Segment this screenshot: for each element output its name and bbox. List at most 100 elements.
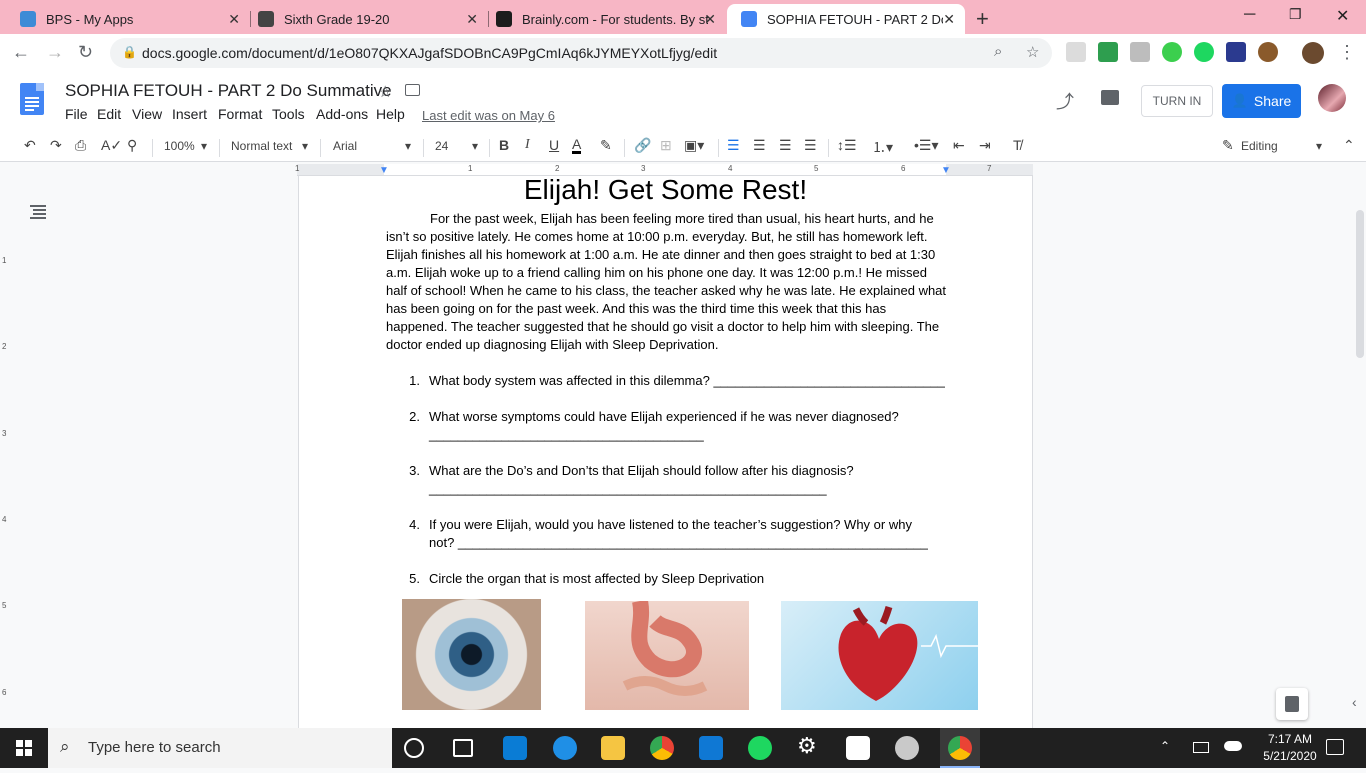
- spotify-icon[interactable]: [748, 736, 772, 760]
- menu-insert[interactable]: Insert: [172, 106, 207, 122]
- minimize-icon[interactable]: ─: [1244, 6, 1255, 24]
- tab-bps-my-apps[interactable]: BPS - My Apps ✕: [6, 4, 250, 34]
- mail-icon[interactable]: [699, 736, 723, 760]
- editing-mode-select[interactable]: Editing: [1241, 139, 1278, 153]
- align-left-icon[interactable]: ☰: [727, 137, 740, 154]
- underline-icon[interactable]: U: [549, 137, 559, 153]
- tab-brainly[interactable]: Brainly.com - For students. By stu ✕: [482, 4, 726, 34]
- reload-icon[interactable]: ↻: [78, 42, 93, 63]
- media-player-icon[interactable]: [895, 736, 919, 760]
- share-button[interactable]: 👤 Share: [1222, 84, 1301, 118]
- chrome-icon[interactable]: [650, 736, 674, 760]
- start-button[interactable]: [0, 728, 48, 768]
- taskbar-search-box[interactable]: ⌕ Type here to search: [48, 728, 392, 768]
- paragraph-style-select[interactable]: Normal text: [231, 139, 292, 153]
- highlight-icon[interactable]: ✎: [600, 137, 612, 154]
- extension-icon[interactable]: [1226, 42, 1246, 62]
- bookmark-star-icon[interactable]: ☆: [1026, 43, 1039, 61]
- italic-icon[interactable]: I: [525, 137, 530, 153]
- spellcheck-icon[interactable]: A✓: [101, 137, 122, 154]
- google-docs-logo-icon[interactable]: [20, 83, 44, 115]
- horizontal-ruler[interactable]: 1 1 2 3 4 5 6 7 ▼ ▼: [295, 164, 1033, 176]
- restore-icon[interactable]: ❐: [1289, 6, 1302, 23]
- cortana-icon[interactable]: [404, 738, 424, 758]
- paint-format-icon[interactable]: ⚲: [127, 137, 137, 154]
- insert-image-icon[interactable]: ▣▾: [684, 137, 704, 154]
- close-icon[interactable]: ✕: [228, 11, 240, 28]
- onedrive-cloud-icon[interactable]: [1224, 741, 1242, 751]
- chevron-down-icon[interactable]: ▾: [405, 139, 411, 153]
- extension-icon[interactable]: [1066, 42, 1086, 62]
- tab-sixth-grade[interactable]: Sixth Grade 19-20 ✕: [244, 4, 488, 34]
- zoom-select[interactable]: 100%: [164, 139, 195, 153]
- line-spacing-icon[interactable]: ↕☰: [837, 137, 857, 154]
- align-center-icon[interactable]: ☰: [753, 137, 766, 154]
- text-color-icon[interactable]: A: [572, 137, 582, 154]
- chevron-down-icon[interactable]: ▾: [472, 139, 478, 153]
- app-icon[interactable]: [846, 736, 870, 760]
- np-extension-icon[interactable]: [1130, 42, 1150, 62]
- settings-gear-icon[interactable]: ⚙: [797, 733, 821, 758]
- font-select[interactable]: Arial: [333, 139, 357, 153]
- extension-icon[interactable]: [1258, 42, 1278, 62]
- collapse-menus-icon[interactable]: ⌃: [1343, 137, 1355, 154]
- system-clock[interactable]: 7:17 AM 5/21/2020: [1258, 731, 1322, 765]
- numbered-list-icon[interactable]: ⒈▾: [872, 137, 893, 157]
- menu-format[interactable]: Format: [218, 106, 262, 122]
- increase-indent-icon[interactable]: ⇥: [979, 137, 991, 154]
- active-chrome-taskbar-item[interactable]: [940, 728, 980, 768]
- align-right-icon[interactable]: ☰: [779, 137, 792, 154]
- star-icon[interactable]: ☆: [378, 82, 392, 102]
- add-comment-icon[interactable]: ⊞: [660, 137, 672, 154]
- battery-icon[interactable]: [1193, 742, 1209, 753]
- side-panel-toggle-icon[interactable]: ‹: [1352, 694, 1357, 710]
- stomach-image[interactable]: [585, 601, 749, 710]
- edge-icon[interactable]: [553, 736, 577, 760]
- extension-icon[interactable]: [1162, 42, 1182, 62]
- undo-icon[interactable]: ↶: [24, 137, 36, 154]
- right-indent-marker[interactable]: ▼: [941, 165, 951, 176]
- last-edit-link[interactable]: Last edit was on May 6: [422, 108, 555, 123]
- font-size-select[interactable]: 24: [435, 139, 448, 153]
- redo-icon[interactable]: ↷: [50, 137, 62, 154]
- new-tab-button[interactable]: +: [976, 6, 989, 32]
- comment-icon[interactable]: [1101, 90, 1119, 105]
- address-bar[interactable]: 🔒 docs.google.com/document/d/1eO807QKXAJ…: [110, 38, 1052, 68]
- move-to-folder-icon[interactable]: [405, 84, 420, 96]
- activity-trend-icon[interactable]: ⤴: [1056, 88, 1074, 114]
- menu-tools[interactable]: Tools: [272, 106, 305, 122]
- close-icon[interactable]: ✕: [466, 11, 478, 28]
- notifications-icon[interactable]: [1326, 739, 1344, 755]
- back-arrow-icon[interactable]: ←: [12, 42, 30, 63]
- show-hidden-icons-icon[interactable]: ⌃: [1160, 739, 1170, 753]
- turn-in-button[interactable]: TURN IN: [1141, 85, 1213, 117]
- document-title[interactable]: SOPHIA FETOUH - PART 2 Do Summative: [65, 81, 392, 101]
- scrollbar[interactable]: [1354, 176, 1366, 728]
- close-icon[interactable]: ✕: [704, 11, 716, 28]
- link-icon[interactable]: 🔗: [634, 137, 651, 154]
- explore-button[interactable]: [1276, 688, 1308, 720]
- spotify-extension-icon[interactable]: [1194, 42, 1214, 62]
- eye-image[interactable]: [402, 599, 541, 710]
- left-indent-marker[interactable]: ▼: [379, 165, 389, 176]
- bulleted-list-icon[interactable]: •☰▾: [914, 137, 938, 154]
- decrease-indent-icon[interactable]: ⇤: [953, 137, 965, 154]
- extension-icon[interactable]: [1098, 42, 1118, 62]
- profile-avatar-icon[interactable]: [1302, 42, 1324, 64]
- account-avatar[interactable]: [1318, 84, 1346, 112]
- more-menu-icon[interactable]: ⋮: [1338, 42, 1356, 63]
- menu-help[interactable]: Help: [376, 106, 405, 122]
- bold-icon[interactable]: B: [499, 137, 509, 153]
- chevron-down-icon[interactable]: ▾: [302, 139, 308, 153]
- chevron-down-icon[interactable]: ▾: [1316, 139, 1322, 153]
- zoom-icon[interactable]: ⌕: [994, 43, 1002, 60]
- chevron-down-icon[interactable]: ▾: [201, 139, 207, 153]
- file-explorer-icon[interactable]: [601, 736, 625, 760]
- task-view-icon[interactable]: [453, 739, 473, 757]
- menu-file[interactable]: File: [65, 106, 88, 122]
- menu-edit[interactable]: Edit: [97, 106, 121, 122]
- print-icon[interactable]: ⎙: [75, 137, 86, 154]
- tab-sophia-doc[interactable]: SOPHIA FETOUH - PART 2 Do Sum ✕: [727, 4, 965, 34]
- clear-formatting-icon[interactable]: T̸: [1013, 137, 1022, 153]
- document-page[interactable]: Elijah! Get Some Rest! For the past week…: [298, 176, 1033, 728]
